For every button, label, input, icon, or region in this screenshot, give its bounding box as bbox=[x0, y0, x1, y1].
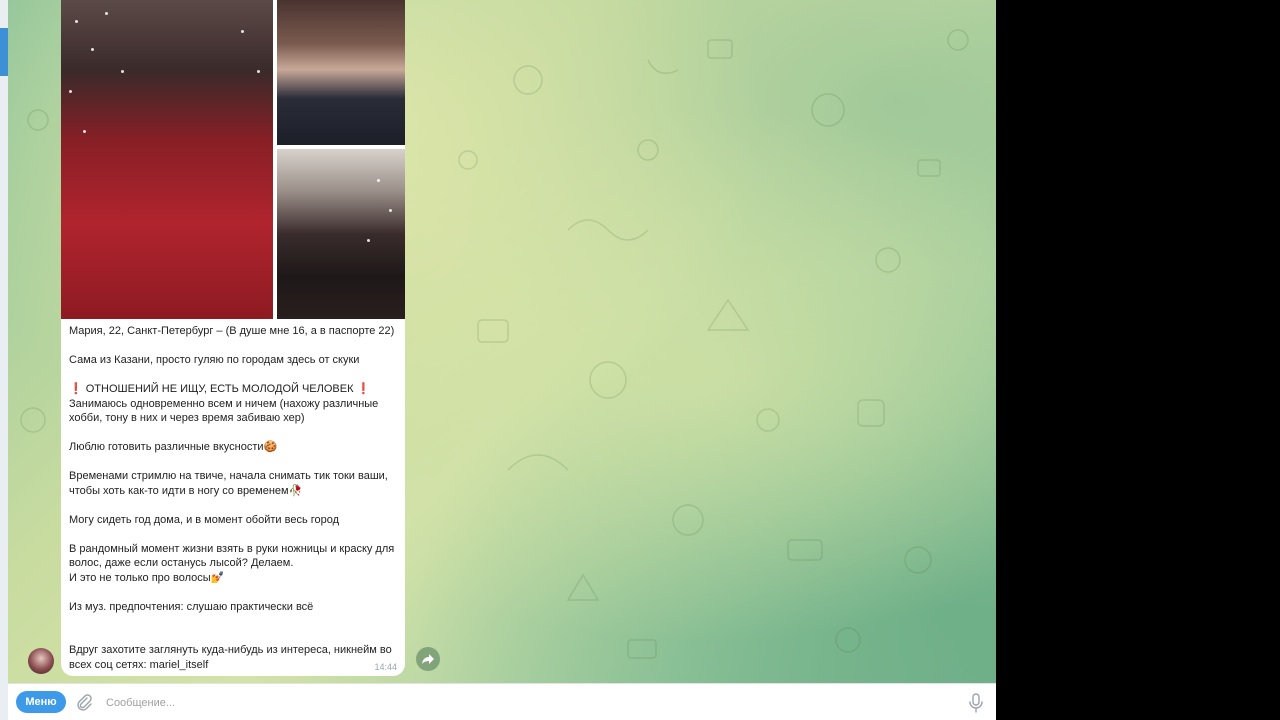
message-time: 14:44 bbox=[374, 662, 397, 672]
message-line: Люблю готовить различные вкусности🍪 bbox=[69, 441, 278, 453]
photo-main[interactable] bbox=[61, 0, 273, 319]
message-text: Мария, 22, Санкт-Петербург – (В душе мне… bbox=[69, 324, 399, 672]
message-line: Занимаюсь одновременно всем и ничем (нах… bbox=[69, 397, 379, 425]
message-line: Мария, 22, Санкт-Петербург – (В душе мне… bbox=[69, 325, 395, 337]
telegram-app: Мария, 22, Санкт-Петербург – (В душе мне… bbox=[0, 0, 996, 720]
sender-avatar[interactable] bbox=[28, 648, 54, 674]
message-line: Из муз. предпочтения: слушаю практически… bbox=[69, 600, 314, 613]
message-line: Сама из Казани, просто гуляю по городам … bbox=[69, 354, 360, 366]
menu-button[interactable]: Меню bbox=[16, 691, 66, 713]
message-line: ❗ ОТНОШЕНИЙ НЕ ИЩУ, ЕСТЬ МОЛОДОЙ ЧЕЛОВЕК… bbox=[69, 383, 371, 395]
microphone-icon[interactable] bbox=[968, 693, 984, 713]
message-line: Могу сидеть год дома, и в момент обойти … bbox=[69, 513, 340, 526]
chat-background: Мария, 22, Санкт-Петербург – (В душе мне… bbox=[8, 0, 996, 683]
message-line: Временами стримлю на твиче, начала снима… bbox=[69, 470, 388, 497]
message-input[interactable] bbox=[104, 690, 948, 716]
message-bubble[interactable]: Мария, 22, Санкт-Петербург – (В душе мне… bbox=[61, 0, 405, 676]
message-line: В рандомный момент жизни взять в руки но… bbox=[69, 542, 395, 584]
paperclip-icon[interactable] bbox=[75, 693, 93, 711]
photo-top-right[interactable] bbox=[277, 0, 405, 145]
message-line: Вдруг захотите заглянуть куда-нибудь из … bbox=[69, 644, 392, 671]
forward-arrow-icon bbox=[422, 654, 434, 664]
forward-button[interactable] bbox=[416, 647, 440, 671]
photo-bottom-right[interactable] bbox=[277, 149, 405, 319]
message-composer: Меню bbox=[8, 683, 996, 720]
chat-list-edge bbox=[0, 0, 8, 720]
active-chat-indicator bbox=[0, 28, 8, 76]
